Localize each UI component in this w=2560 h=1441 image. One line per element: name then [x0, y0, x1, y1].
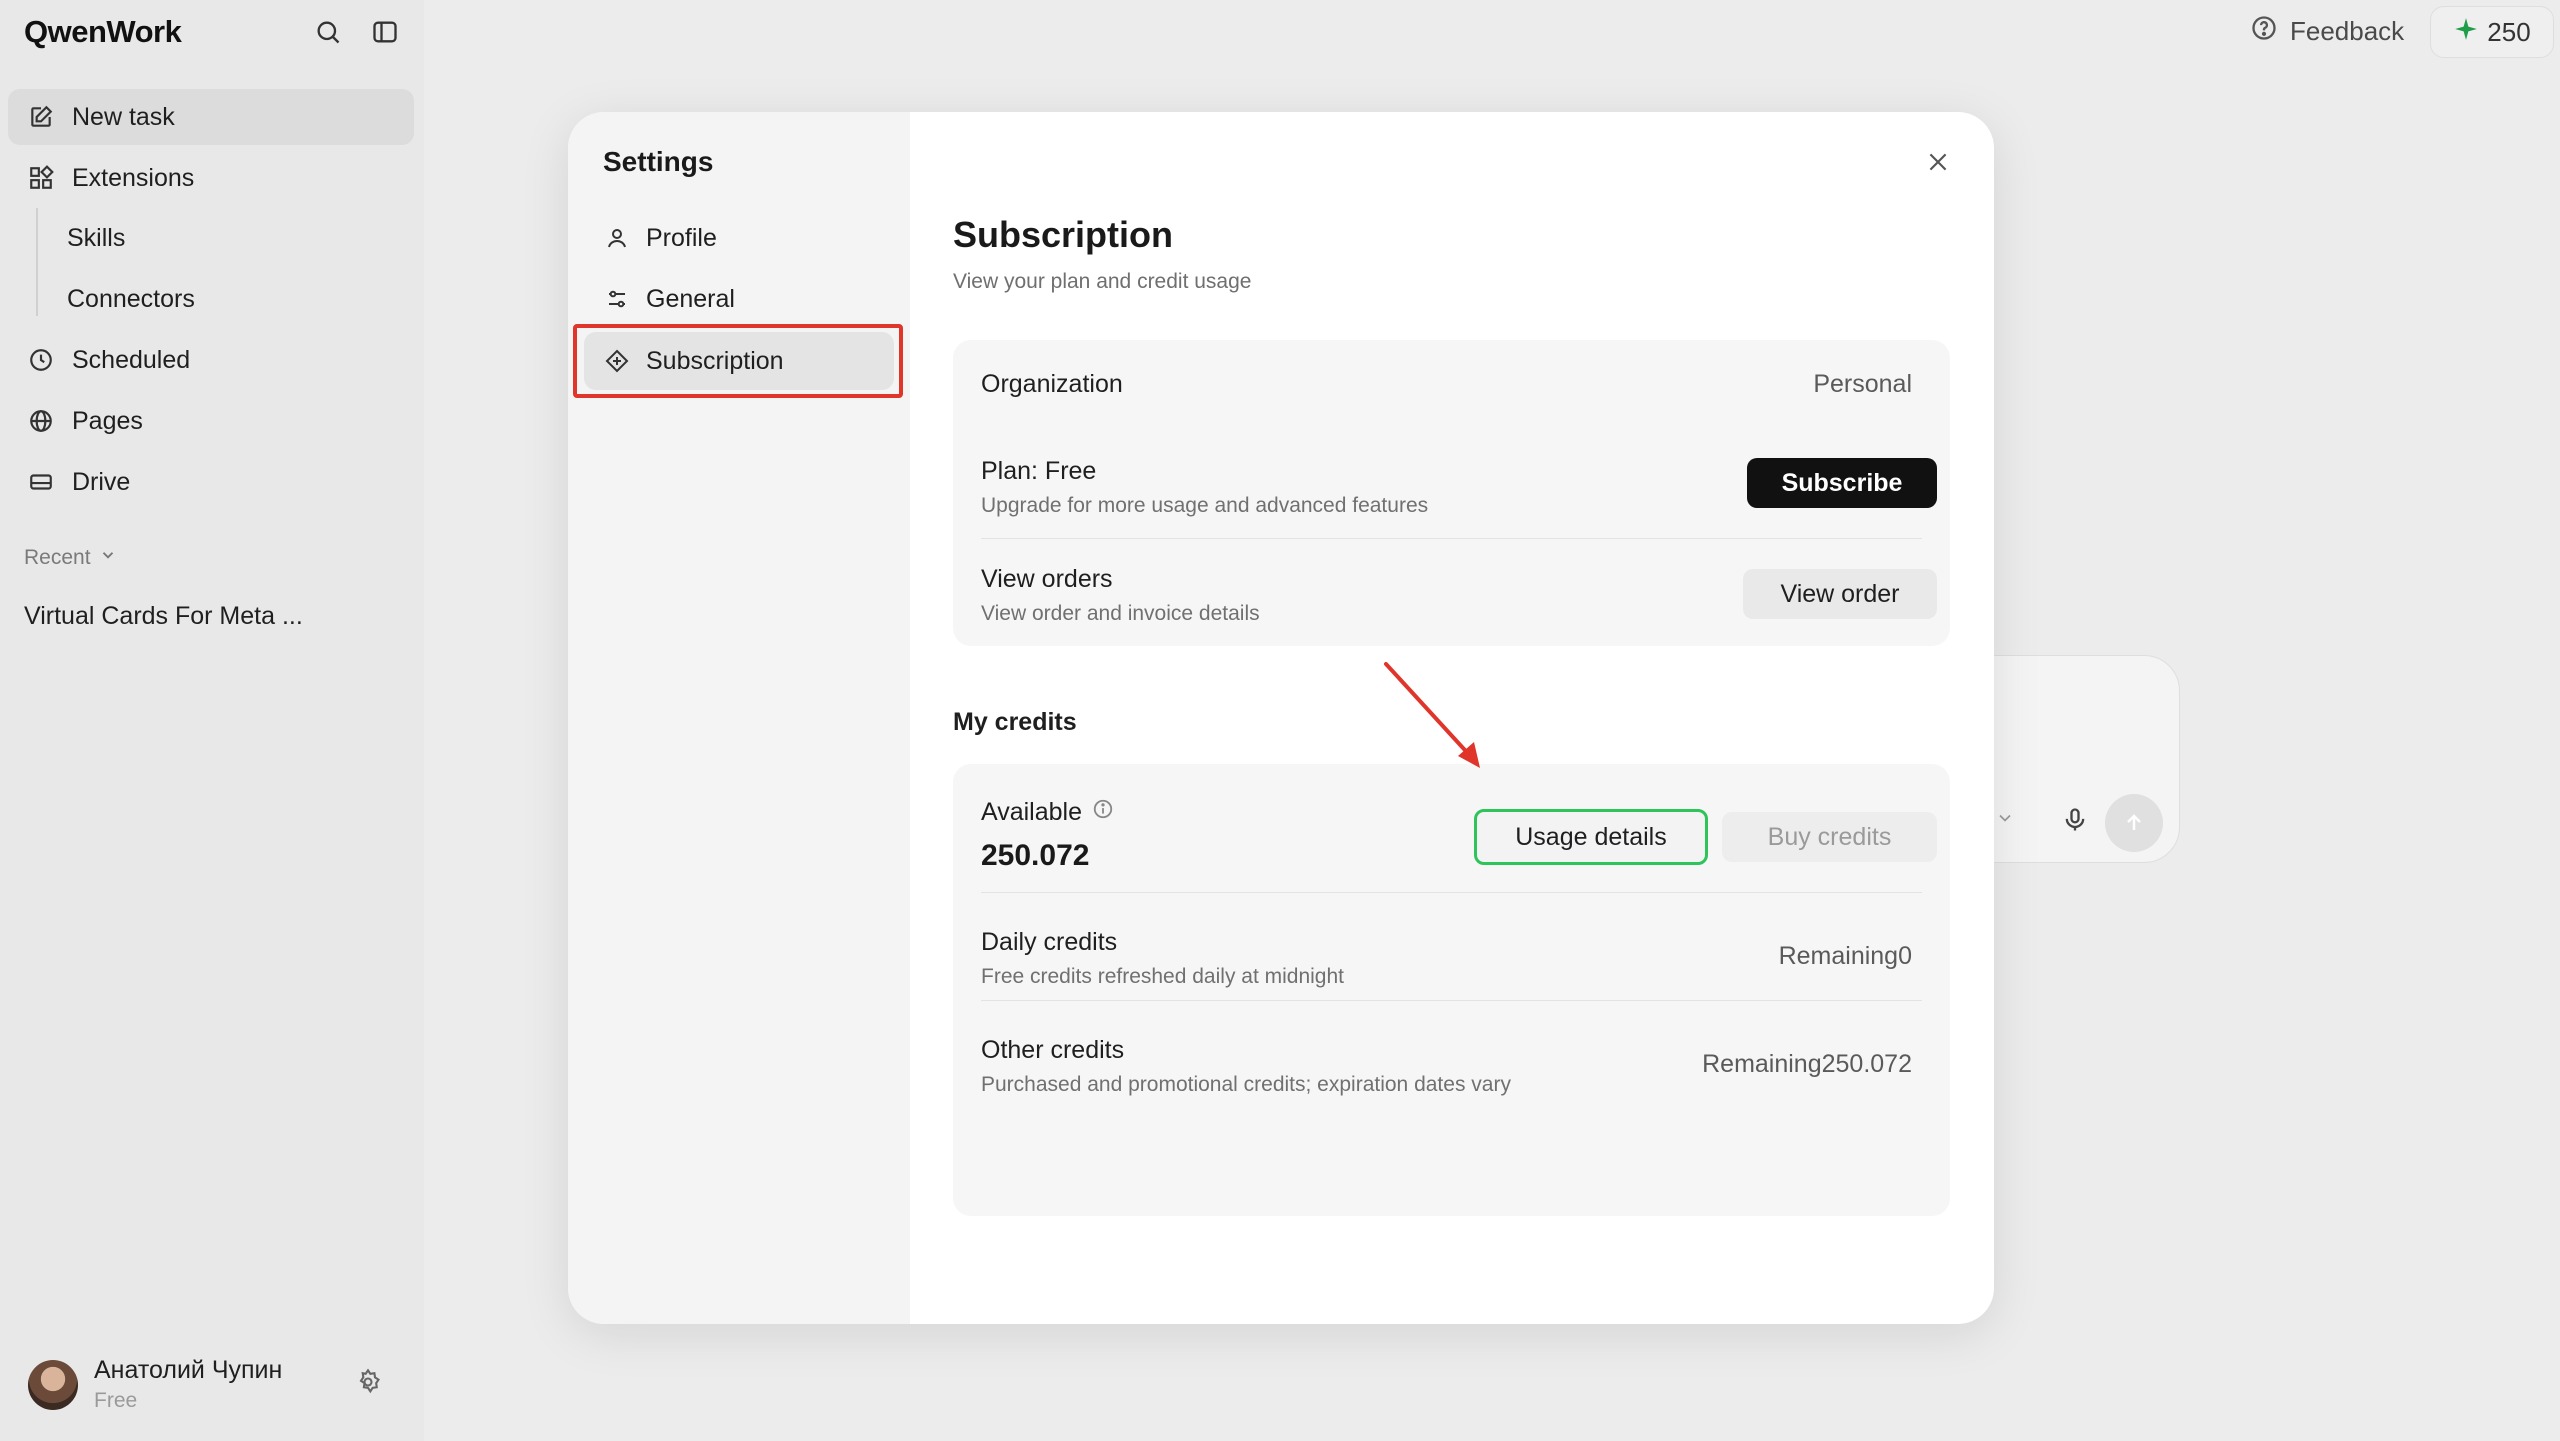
- page-title: Subscription: [953, 214, 1174, 255]
- sub-nav-line: [36, 208, 38, 316]
- user-name: Анатолий Чупин: [94, 1356, 283, 1384]
- avatar: [28, 1359, 78, 1410]
- recent-item[interactable]: Virtual Cards For Meta ...: [24, 602, 303, 631]
- recent-toggle[interactable]: Recent: [24, 546, 117, 570]
- sparkle-icon: [2453, 16, 2479, 49]
- subscribe-button[interactable]: Subscribe: [1747, 458, 1937, 508]
- available-label: Available: [981, 798, 1083, 826]
- sliders-icon: [602, 284, 632, 314]
- drive-icon: [26, 467, 56, 497]
- sidebar-item-label: Drive: [72, 467, 131, 496]
- sidebar-toggle-icon[interactable]: [369, 16, 401, 48]
- feedback-button[interactable]: Feedback: [2250, 14, 2404, 49]
- sidebar-item-extensions[interactable]: Extensions: [8, 150, 414, 206]
- sidebar-item-label: Pages: [72, 406, 143, 435]
- app-logo[interactable]: QwenWork: [24, 14, 182, 50]
- settings-nav-profile[interactable]: Profile: [584, 209, 894, 267]
- settings-modal: Settings Profile General Subscription Su…: [568, 112, 1994, 1324]
- organization-value: Personal: [1813, 370, 1912, 398]
- subscription-highlight-annotation: [573, 324, 903, 398]
- chevron-down-icon[interactable]: [1995, 808, 2015, 833]
- sidebar-item-label: Scheduled: [72, 345, 191, 374]
- annotation-arrow: [1384, 662, 1480, 768]
- microphone-icon[interactable]: [2061, 806, 2089, 839]
- chevron-down-icon: [99, 546, 117, 570]
- settings-nav-general[interactable]: General: [584, 270, 894, 328]
- settings-nav-label: General: [646, 284, 735, 313]
- divider: [981, 892, 1922, 893]
- organization-row: Organization Personal: [981, 370, 1922, 399]
- edit-icon: [26, 102, 56, 132]
- sidebar-item-pages[interactable]: Pages: [8, 393, 414, 449]
- other-credits-row: Other credits Purchased and promotional …: [981, 1036, 1922, 1097]
- settings-title: Settings: [603, 146, 714, 177]
- search-icon[interactable]: [312, 16, 344, 48]
- send-button[interactable]: [2105, 794, 2163, 852]
- credits-badge[interactable]: 250: [2430, 6, 2554, 58]
- organization-label: Organization: [981, 370, 1123, 398]
- sidebar: QwenWork New task Extensions Skills Conn…: [0, 0, 424, 1441]
- divider: [981, 1000, 1922, 1001]
- recent-label: Recent: [24, 546, 91, 569]
- settings-nav-panel: Settings Profile General Subscription: [568, 112, 910, 1324]
- grid-icon: [26, 163, 56, 193]
- user-profile[interactable]: Анатолий Чупин Free: [28, 1356, 282, 1413]
- settings-nav-label: Profile: [646, 223, 717, 252]
- feedback-label: Feedback: [2290, 16, 2405, 46]
- sidebar-item-new-task[interactable]: New task: [8, 89, 414, 145]
- sidebar-item-label: New task: [72, 102, 175, 131]
- info-icon[interactable]: [1092, 798, 1114, 827]
- sidebar-item-skills[interactable]: Skills: [67, 224, 125, 253]
- arrow-up-icon: [2127, 814, 2141, 830]
- credits-card: Available 250.072 Usage details Buy cred…: [953, 764, 1950, 1216]
- page-subtitle: View your plan and credit usage: [953, 270, 1252, 293]
- daily-credits-value: Remaining0: [1778, 942, 1912, 970]
- user-plan: Free: [94, 1389, 138, 1412]
- view-order-button[interactable]: View order: [1743, 569, 1937, 619]
- sidebar-item-scheduled[interactable]: Scheduled: [8, 332, 414, 388]
- close-icon[interactable]: [1920, 144, 1956, 180]
- usage-details-button[interactable]: Usage details: [1474, 809, 1708, 865]
- sidebar-item-drive[interactable]: Drive: [8, 454, 414, 510]
- globe-icon: [26, 406, 56, 436]
- sidebar-item-label: Extensions: [72, 163, 195, 192]
- gear-icon[interactable]: [354, 1368, 386, 1400]
- credits-section-title: My credits: [953, 708, 1077, 736]
- daily-credits-row: Daily credits Free credits refreshed dai…: [981, 928, 1922, 989]
- person-icon: [602, 223, 632, 253]
- buy-credits-button[interactable]: Buy credits: [1722, 812, 1937, 862]
- credits-count: 250: [2487, 16, 2531, 47]
- other-credits-value: Remaining250.072: [1702, 1050, 1912, 1078]
- clock-icon: [26, 345, 56, 375]
- sidebar-item-connectors[interactable]: Connectors: [67, 285, 195, 314]
- plan-card: Organization Personal Plan: Free Upgrade…: [953, 340, 1950, 646]
- divider: [981, 538, 1922, 539]
- feedback-icon: [2250, 14, 2278, 49]
